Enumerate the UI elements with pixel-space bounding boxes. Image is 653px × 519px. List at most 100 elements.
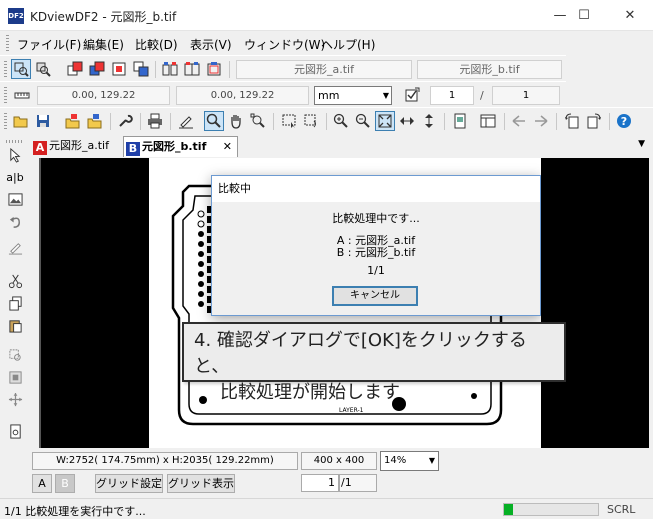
- zoom-area-icon[interactable]: [248, 111, 268, 131]
- wrench-icon[interactable]: [115, 111, 135, 131]
- compare-icon[interactable]: [5, 368, 25, 386]
- select-rotate-icon[interactable]: [301, 111, 321, 131]
- menu-edit[interactable]: 編集(E): [83, 36, 124, 53]
- page-rotate-left-icon[interactable]: [562, 111, 582, 131]
- dialog-message: 比較処理中です...: [332, 212, 420, 225]
- tutorial-callout: 4. 確認ダイアログで[OK]をクリックすると、 比較処理が開始します: [182, 322, 566, 403]
- close-button[interactable]: ✕: [607, 0, 653, 31]
- help-icon[interactable]: ?: [614, 111, 634, 131]
- page-separator: /: [480, 89, 484, 102]
- coordinate-b: 0.00, 129.22: [176, 86, 309, 105]
- chevron-down-icon: ▼: [382, 91, 389, 100]
- save-icon[interactable]: [33, 111, 53, 131]
- overlay-red-icon[interactable]: [65, 59, 85, 79]
- document-tabs: A 元図形_a.tif B 元図形_b.tif ✕ ▼: [30, 135, 653, 157]
- page-current[interactable]: 1: [430, 86, 474, 105]
- stamp-icon[interactable]: [5, 238, 25, 256]
- tab-b-badge: B: [126, 142, 140, 156]
- page-rotate-right-icon[interactable]: [584, 111, 604, 131]
- zoom-area-icon[interactable]: [5, 346, 25, 364]
- menu-compare[interactable]: 比較(D): [135, 36, 178, 53]
- print-icon[interactable]: [145, 111, 165, 131]
- page-input[interactable]: 1: [301, 474, 339, 492]
- scissors-icon[interactable]: [5, 272, 25, 290]
- menu-file[interactable]: ファイル(F): [17, 36, 81, 53]
- grid-show-button[interactable]: グリッド表示: [167, 474, 235, 493]
- toolbar-separator: [140, 113, 141, 130]
- pan-hand-icon[interactable]: [226, 111, 246, 131]
- copy-icon[interactable]: [5, 294, 25, 312]
- zoom-in-icon[interactable]: [331, 111, 351, 131]
- file-b-name: 元図形_b.tif: [417, 60, 562, 79]
- open-reference-icon[interactable]: [85, 111, 105, 131]
- unit-select[interactable]: mm ▼: [314, 86, 392, 105]
- tab-file-b[interactable]: B 元図形_b.tif ✕: [123, 136, 238, 157]
- layout-icon[interactable]: [478, 111, 498, 131]
- zoom-select[interactable]: 14% ▼: [380, 451, 439, 471]
- image-dpi: 400 x 400: [301, 452, 377, 470]
- maximize-button[interactable]: ☐: [560, 0, 608, 31]
- overlay-blue-icon[interactable]: [87, 59, 107, 79]
- arrow-left-icon[interactable]: [509, 111, 529, 131]
- fit-page-icon[interactable]: [375, 111, 395, 131]
- toolbar-separator: [273, 113, 274, 130]
- tab-label: 元図形_b.tif: [142, 140, 207, 153]
- compare-mode-icon[interactable]: [11, 59, 31, 79]
- file-a-name: 元図形_a.tif: [236, 60, 412, 79]
- zoom-icon[interactable]: [204, 111, 224, 131]
- show-a-button[interactable]: A: [32, 474, 52, 493]
- menu-view[interactable]: 表示(V): [190, 36, 232, 53]
- grid-settings-button[interactable]: グリッド設定: [95, 474, 163, 493]
- side-by-side-icon[interactable]: [160, 59, 180, 79]
- menu-help[interactable]: ヘルプ(H): [321, 36, 375, 53]
- grip-handle[interactable]: [4, 61, 7, 78]
- select-arrow-icon[interactable]: [5, 146, 25, 164]
- toolbar-separator: [556, 113, 557, 130]
- grip-handle[interactable]: [4, 87, 7, 104]
- paste-icon[interactable]: [5, 316, 25, 334]
- callout-line-1: 4. 確認ダイアログで[OK]をクリックすると、: [194, 330, 527, 377]
- open-folder-icon[interactable]: [11, 111, 31, 131]
- grip-handle[interactable]: [6, 35, 9, 51]
- title-bar: DF2 KDviewDF2 - 元図形_b.tif — ☐ ✕: [0, 0, 653, 31]
- image-icon[interactable]: [5, 190, 25, 208]
- show-b-button[interactable]: B: [55, 474, 75, 493]
- menu-window[interactable]: ウィンドウ(W): [244, 36, 325, 53]
- dialog-progress: 1/1: [367, 264, 385, 277]
- zoom-out-icon[interactable]: [353, 111, 373, 131]
- move-icon[interactable]: [5, 390, 25, 408]
- select-rect-icon[interactable]: [279, 111, 299, 131]
- pen-icon[interactable]: [176, 111, 196, 131]
- diff-blue-icon[interactable]: [131, 59, 151, 79]
- split-view-icon[interactable]: [182, 59, 202, 79]
- page-image-icon[interactable]: [450, 111, 470, 131]
- overlay-view-icon[interactable]: [204, 59, 224, 79]
- fit-width-icon[interactable]: [397, 111, 417, 131]
- undo-icon[interactable]: [5, 212, 25, 230]
- left-toolbar: a|b: [0, 140, 30, 455]
- open-compare-icon[interactable]: [63, 111, 83, 131]
- compare-zoom-icon[interactable]: [33, 59, 53, 79]
- chevron-down-icon: ▼: [428, 456, 435, 465]
- tab-a-badge: A: [33, 141, 47, 155]
- scroll-lock-indicator: SCRL: [607, 503, 636, 516]
- button-row: A B グリッド設定 グリッド表示 1 /1: [0, 473, 653, 495]
- toolbar-separator: [609, 113, 610, 130]
- zoom-value: 14%: [384, 455, 407, 466]
- diff-red-icon[interactable]: [109, 59, 129, 79]
- text-ab-icon[interactable]: a|b: [5, 168, 25, 186]
- grip-handle[interactable]: [4, 113, 7, 130]
- compare-toolbar: 元図形_a.tif 元図形_b.tif: [0, 55, 566, 82]
- document-icon[interactable]: [5, 422, 25, 440]
- main-toolbar: ?: [0, 107, 653, 134]
- close-icon[interactable]: ✕: [223, 137, 232, 156]
- fit-height-icon[interactable]: [419, 111, 439, 131]
- cancel-button[interactable]: キャンセル: [332, 286, 418, 306]
- info-row: W:2752( 174.75mm) x H:2035( 129.22mm) 40…: [0, 450, 653, 472]
- arrow-right-icon[interactable]: [531, 111, 551, 131]
- tab-file-a[interactable]: A 元図形_a.tif: [31, 136, 121, 157]
- grip-handle[interactable]: [6, 140, 22, 143]
- status-progress-fill: [504, 504, 514, 515]
- page-settings-icon[interactable]: [402, 85, 422, 105]
- tab-list-chevron-icon[interactable]: ▼: [638, 139, 645, 149]
